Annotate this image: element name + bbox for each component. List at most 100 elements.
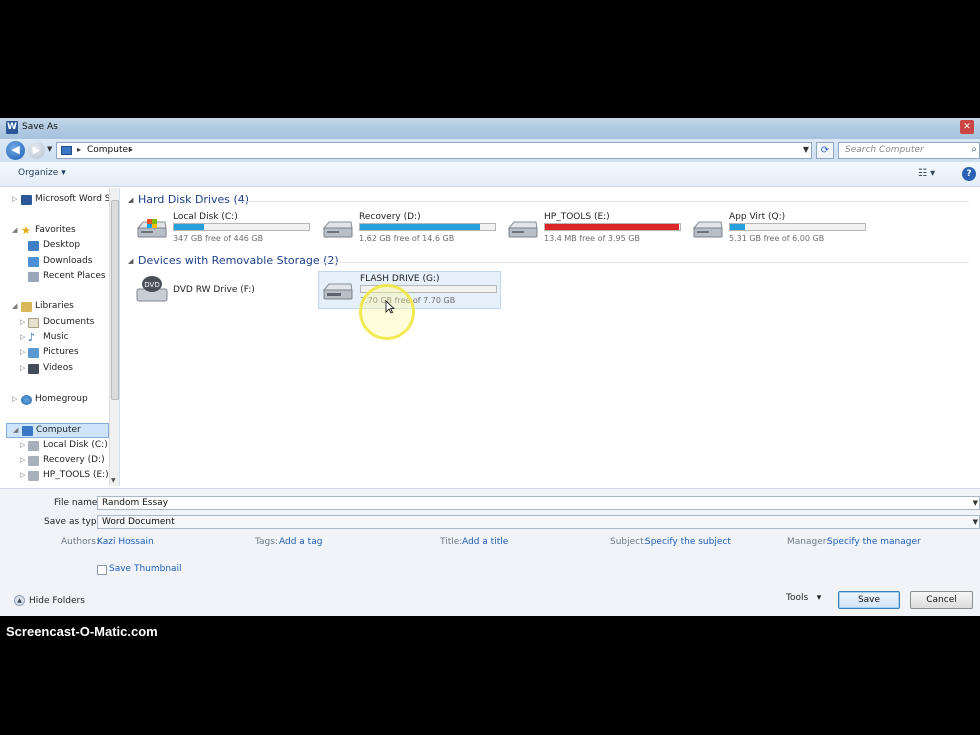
collapse-icon[interactable]: ◢ <box>13 426 18 434</box>
save-as-dialog: W Save As ✕ ◀ ▶ ▼ ▸ Computer ▸ ▼ ⟳ Searc… <box>0 118 980 616</box>
drive-tile[interactable]: Recovery (D:) 1.62 GB free of 14.6 GB <box>321 212 501 250</box>
nav-item-music[interactable]: ▷ ♪ Music <box>0 331 118 346</box>
save-thumbnail-label[interactable]: Save Thumbnail <box>109 564 182 574</box>
authors-label: Authors: <box>61 537 100 547</box>
expand-icon[interactable]: ▷ <box>12 195 17 203</box>
capacity-fill <box>730 224 745 230</box>
music-icon: ♪ <box>28 331 36 344</box>
save-thumbnail-checkbox[interactable] <box>97 565 107 575</box>
save-button[interactable]: Save <box>838 591 900 609</box>
refresh-button[interactable]: ⟳ <box>816 142 834 159</box>
drive-tile[interactable]: App Virt (Q:) 5.31 GB free of 6.00 GB <box>691 212 871 250</box>
change-view-button[interactable]: ☷ ▾ <box>918 168 935 179</box>
nav-item-recent-places[interactable]: Recent Places <box>0 270 118 285</box>
drive-dvd[interactable]: DVD DVD RW Drive (F:) <box>135 273 315 311</box>
organize-button[interactable]: Organize ▾ <box>10 166 74 180</box>
star-icon: ★ <box>21 224 31 237</box>
nav-scrollbar[interactable]: ▼ <box>109 188 119 486</box>
nav-item-favorites[interactable]: ◢ ★ Favorites <box>0 224 118 239</box>
save-type-value: Word Document <box>102 517 175 527</box>
expand-icon[interactable]: ▷ <box>20 456 25 464</box>
close-icon[interactable]: ✕ <box>960 120 974 134</box>
nav-item-word-starter[interactable]: ▷ Microsoft Word Sta <box>0 193 119 208</box>
group-title-removable[interactable]: Devices with Removable Storage (2) <box>138 254 339 267</box>
nav-item-local-disk[interactable]: ▷ Local Disk (C:) <box>0 439 118 454</box>
nav-item-homegroup[interactable]: ▷ Homegroup <box>0 393 118 408</box>
nav-item-documents[interactable]: ▷ Documents <box>0 316 118 331</box>
drive-tile[interactable]: Local Disk (C:) 347 GB free of 446 GB <box>135 212 315 250</box>
tools-button[interactable]: Tools ▾ <box>786 593 821 603</box>
collapse-icon[interactable]: ◢ <box>12 302 17 310</box>
expand-icon[interactable]: ▷ <box>20 318 25 326</box>
title-field[interactable]: Add a title <box>462 537 508 547</box>
group-title-hard-disk[interactable]: Hard Disk Drives (4) <box>138 193 249 206</box>
file-name-input[interactable]: Random Essay ▼ <box>97 496 980 510</box>
scroll-down-icon[interactable]: ▼ <box>111 477 116 484</box>
tags-field[interactable]: Add a tag <box>279 537 322 547</box>
subject-field[interactable]: Specify the subject <box>645 537 731 547</box>
forward-button[interactable]: ▶ <box>28 142 45 159</box>
chevron-right-icon[interactable]: ▸ <box>129 145 133 154</box>
hide-folders-button[interactable]: ▲ Hide Folders <box>14 595 85 606</box>
hard-drive-icon <box>507 221 538 238</box>
collapse-icon[interactable]: ◢ <box>128 196 133 204</box>
nav-item-computer[interactable]: ◢ Computer <box>6 423 109 438</box>
scrollbar-thumb[interactable] <box>111 200 119 400</box>
breadcrumb-computer[interactable]: Computer <box>87 145 132 155</box>
libraries-icon <box>21 302 32 312</box>
nav-item-label: Pictures <box>43 347 79 357</box>
expand-icon[interactable]: ▷ <box>20 333 25 341</box>
capacity-fill <box>545 224 679 230</box>
search-icon[interactable]: ⌕ <box>971 144 977 155</box>
expand-icon[interactable]: ▷ <box>20 441 25 449</box>
collapse-icon[interactable]: ◢ <box>12 226 17 234</box>
save-options-panel: File name: Random Essay ▼ Save as type: … <box>0 488 980 616</box>
nav-item-pictures[interactable]: ▷ Pictures <box>0 346 118 361</box>
chevron-down-icon[interactable]: ▼ <box>973 497 978 509</box>
authors-field[interactable]: Kazi Hossain <box>97 537 154 547</box>
nav-item-label: Music <box>43 332 69 342</box>
help-button[interactable]: ? <box>962 167 976 181</box>
expand-icon[interactable]: ▷ <box>20 471 25 479</box>
drive-tile[interactable]: HP_TOOLS (E:) 13.4 MB free of 3.95 GB <box>506 212 686 250</box>
hide-folders-label: Hide Folders <box>29 596 85 606</box>
homegroup-icon <box>21 395 32 405</box>
nav-item-libraries[interactable]: ◢ Libraries <box>0 300 118 315</box>
documents-icon <box>28 318 39 328</box>
chevron-up-icon: ▲ <box>14 595 25 606</box>
nav-item-label: Documents <box>43 317 95 327</box>
back-button[interactable]: ◀ <box>6 141 25 160</box>
collapse-icon[interactable]: ◢ <box>128 257 133 265</box>
expand-icon[interactable]: ▷ <box>20 364 25 372</box>
hard-drive-icon <box>28 456 39 466</box>
file-name-label: File name: <box>54 498 101 508</box>
toolbar: Organize ▾ ☷ ▾ ? <box>0 162 980 187</box>
dvd-drive-icon: DVD <box>136 276 168 302</box>
drive-name: Local Disk (C:) <box>173 212 238 222</box>
save-type-select[interactable]: Word Document ▼ <box>97 515 980 529</box>
drive-name: HP_TOOLS (E:) <box>544 212 610 222</box>
mouse-cursor-icon <box>385 300 395 314</box>
nav-item-label: Libraries <box>35 301 74 311</box>
tools-label: Tools <box>786 593 809 603</box>
search-input[interactable]: Search Computer ⌕ <box>838 142 980 159</box>
nav-item-desktop[interactable]: Desktop <box>0 239 118 254</box>
expand-icon[interactable]: ▷ <box>20 348 25 356</box>
nav-item-hp-tools[interactable]: ▷ HP_TOOLS (E:) <box>0 469 118 484</box>
cancel-button[interactable]: Cancel <box>910 591 973 609</box>
chevron-down-icon[interactable]: ▼ <box>973 516 978 528</box>
nav-item-recovery[interactable]: ▷ Recovery (D:) <box>0 454 118 469</box>
expand-icon[interactable]: ▷ <box>12 395 17 403</box>
nav-item-downloads[interactable]: Downloads <box>0 255 118 270</box>
nav-item-videos[interactable]: ▷ Videos <box>0 362 118 377</box>
capacity-bar <box>544 223 681 231</box>
windows-drive-icon <box>136 219 167 238</box>
drive-free-space: 5.31 GB free of 6.00 GB <box>729 234 825 243</box>
breadcrumb[interactable]: ▸ Computer ▸ ▼ <box>56 142 812 159</box>
nav-item-label: Local Disk (C:) <box>43 440 108 450</box>
recent-pages-dropdown[interactable]: ▼ <box>47 145 52 153</box>
address-dropdown-icon[interactable]: ▼ <box>803 145 809 154</box>
address-bar: ◀ ▶ ▼ ▸ Computer ▸ ▼ ⟳ Search Computer ⌕ <box>0 139 980 162</box>
subject-label: Subject: <box>610 537 647 547</box>
manager-field[interactable]: Specify the manager <box>827 537 921 547</box>
